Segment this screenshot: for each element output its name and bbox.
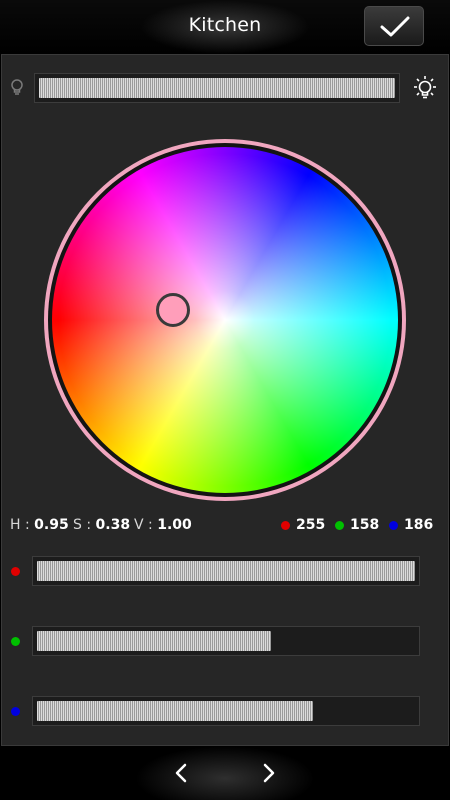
chevron-left-icon[interactable] [172, 762, 190, 784]
value-label: V [134, 517, 144, 533]
blue-slider[interactable] [32, 696, 420, 726]
green-slider[interactable] [32, 626, 420, 656]
color-wheel-ring [44, 139, 406, 501]
green-value: 158 [350, 517, 380, 533]
red-slider[interactable] [32, 556, 420, 586]
green-slider-dot-icon [11, 637, 20, 646]
red-value: 255 [296, 517, 326, 533]
brightness-slider[interactable] [34, 73, 400, 103]
color-wheel[interactable] [52, 147, 398, 493]
color-picker-handle[interactable] [156, 293, 190, 327]
brightness-slider-fill [39, 78, 395, 98]
saturation-readout: S : 0.38 [73, 517, 131, 533]
footer-glow [135, 746, 315, 800]
chevron-right-icon[interactable] [260, 762, 278, 784]
checkmark-icon [380, 16, 410, 37]
blue-slider-fill [37, 701, 313, 721]
blue-value: 186 [404, 517, 434, 533]
bulb-off-icon [11, 79, 23, 95]
bulb-on-icon [414, 76, 436, 99]
confirm-button[interactable] [364, 6, 424, 46]
red-slider-dot-icon [11, 567, 20, 576]
hue-readout: H : 0.95 [10, 517, 69, 533]
hue-label: H [10, 517, 21, 533]
saturation-label: S [73, 517, 82, 533]
footer-bar [0, 746, 450, 800]
hue-value: 0.95 [34, 517, 69, 533]
blue-slider-dot-icon [11, 707, 20, 716]
green-slider-fill [37, 631, 271, 651]
saturation-value: 0.38 [95, 517, 131, 533]
blue-dot-icon [389, 521, 398, 530]
value-readout: V : 1.00 [134, 517, 192, 533]
color-wheel-border [48, 143, 402, 497]
green-dot-icon [335, 521, 344, 530]
value-value: 1.00 [157, 517, 192, 533]
red-slider-fill [37, 561, 415, 581]
red-dot-icon [281, 521, 290, 530]
